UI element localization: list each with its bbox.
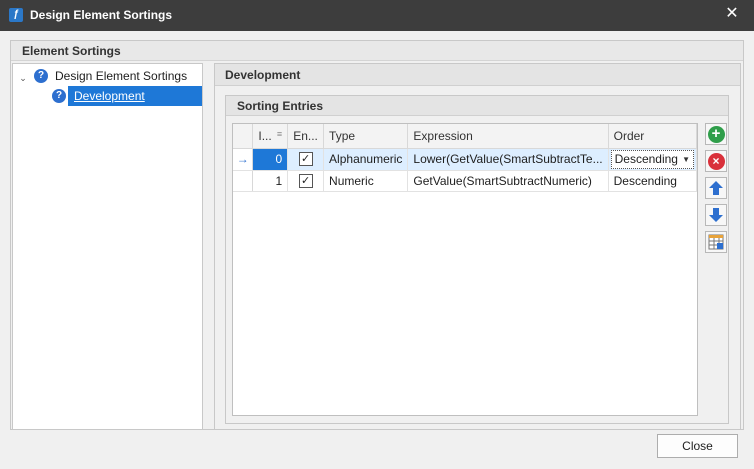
development-panel: Development Sorting Entries I...≡ En...	[214, 63, 741, 430]
remove-entry-button[interactable]: ×	[705, 150, 727, 172]
grid-options-button[interactable]	[705, 231, 727, 253]
row-index[interactable]: 0	[252, 148, 289, 171]
tree-item-root[interactable]: ⌄ ? Design Element Sortings	[13, 66, 202, 86]
panel-title: Development	[215, 64, 740, 86]
sort-icon: ≡	[276, 128, 283, 139]
tree-item-development[interactable]: ? Development	[13, 86, 202, 106]
window-title: Design Element Sortings	[30, 8, 173, 22]
element-sortings-header: Element Sortings	[11, 41, 743, 61]
element-sortings-group: Element Sortings ⌄ ? Design Element Sort…	[10, 40, 744, 430]
column-header-order[interactable]: Order	[608, 124, 697, 149]
sorting-entries-group: Sorting Entries I... ≡ En... Type Expres…	[225, 95, 729, 424]
table-row[interactable]: → 0 ✓ Alphanumeric Lower(GetValue(SmartS…	[233, 148, 697, 171]
sorting-entries-header: Sorting Entries	[226, 96, 728, 116]
title-bar: ƒ Design Element Sortings ✕	[0, 0, 754, 31]
grid-indicator-header	[233, 124, 254, 149]
column-header-enabled[interactable]: En...	[287, 124, 325, 149]
grid-header-row: I... ≡ En... Type Expression Order	[233, 124, 697, 149]
focus-arrow-icon: →	[233, 148, 254, 171]
tree-item-label: Development	[68, 86, 202, 106]
grid-edit-icon	[708, 234, 724, 250]
sorting-entries-grid[interactable]: I... ≡ En... Type Expression Order → 0 ✓…	[232, 123, 698, 416]
column-header-type[interactable]: Type	[323, 124, 409, 149]
table-row[interactable]: 1 ✓ Numeric GetValue(SmartSubtractNumeri…	[233, 170, 697, 192]
question-icon: ?	[52, 89, 66, 103]
row-enabled-cell[interactable]: ✓	[287, 170, 325, 192]
enabled-checkbox[interactable]: ✓	[298, 173, 313, 188]
row-enabled-cell[interactable]: ✓	[287, 148, 325, 171]
row-expression[interactable]: Lower(GetValue(SmartSubtractTe...	[407, 148, 609, 171]
close-button[interactable]: Close	[657, 434, 738, 458]
question-icon: ?	[34, 69, 48, 83]
arrow-up-icon	[709, 181, 723, 195]
row-type[interactable]: Alphanumeric	[323, 148, 409, 171]
app-logo-icon: ƒ	[9, 8, 23, 22]
remove-icon: ×	[707, 153, 725, 170]
arrow-down-icon	[709, 208, 723, 222]
add-entry-button[interactable]: +	[705, 123, 727, 145]
row-order[interactable]: Descending	[608, 170, 697, 192]
tree-item-label: Design Element Sortings	[55, 69, 188, 83]
row-order-cell[interactable]: Descending ▼	[608, 148, 697, 171]
enabled-checkbox[interactable]: ✓	[298, 152, 313, 167]
column-header-expression[interactable]: Expression	[407, 124, 609, 149]
chevron-down-icon[interactable]: ⌄	[17, 68, 29, 88]
row-expression[interactable]: GetValue(SmartSubtractNumeric)	[407, 170, 609, 192]
close-icon[interactable]: ✕	[724, 6, 740, 22]
column-header-index[interactable]: I... ≡	[252, 124, 289, 149]
move-down-button[interactable]	[705, 204, 727, 226]
row-indicator	[233, 170, 254, 192]
element-sortings-body: ⌄ ? Design Element Sortings ? Developmen…	[11, 61, 743, 430]
move-up-button[interactable]	[705, 177, 727, 199]
add-icon: +	[707, 126, 725, 143]
sortings-tree: ⌄ ? Design Element Sortings ? Developmen…	[12, 63, 203, 430]
row-type[interactable]: Numeric	[323, 170, 409, 192]
row-index[interactable]: 1	[252, 170, 289, 192]
chevron-down-icon[interactable]: ▼	[682, 151, 690, 168]
grid-action-buttons: + ×	[705, 123, 729, 416]
order-dropdown[interactable]: Descending ▼	[610, 149, 694, 169]
